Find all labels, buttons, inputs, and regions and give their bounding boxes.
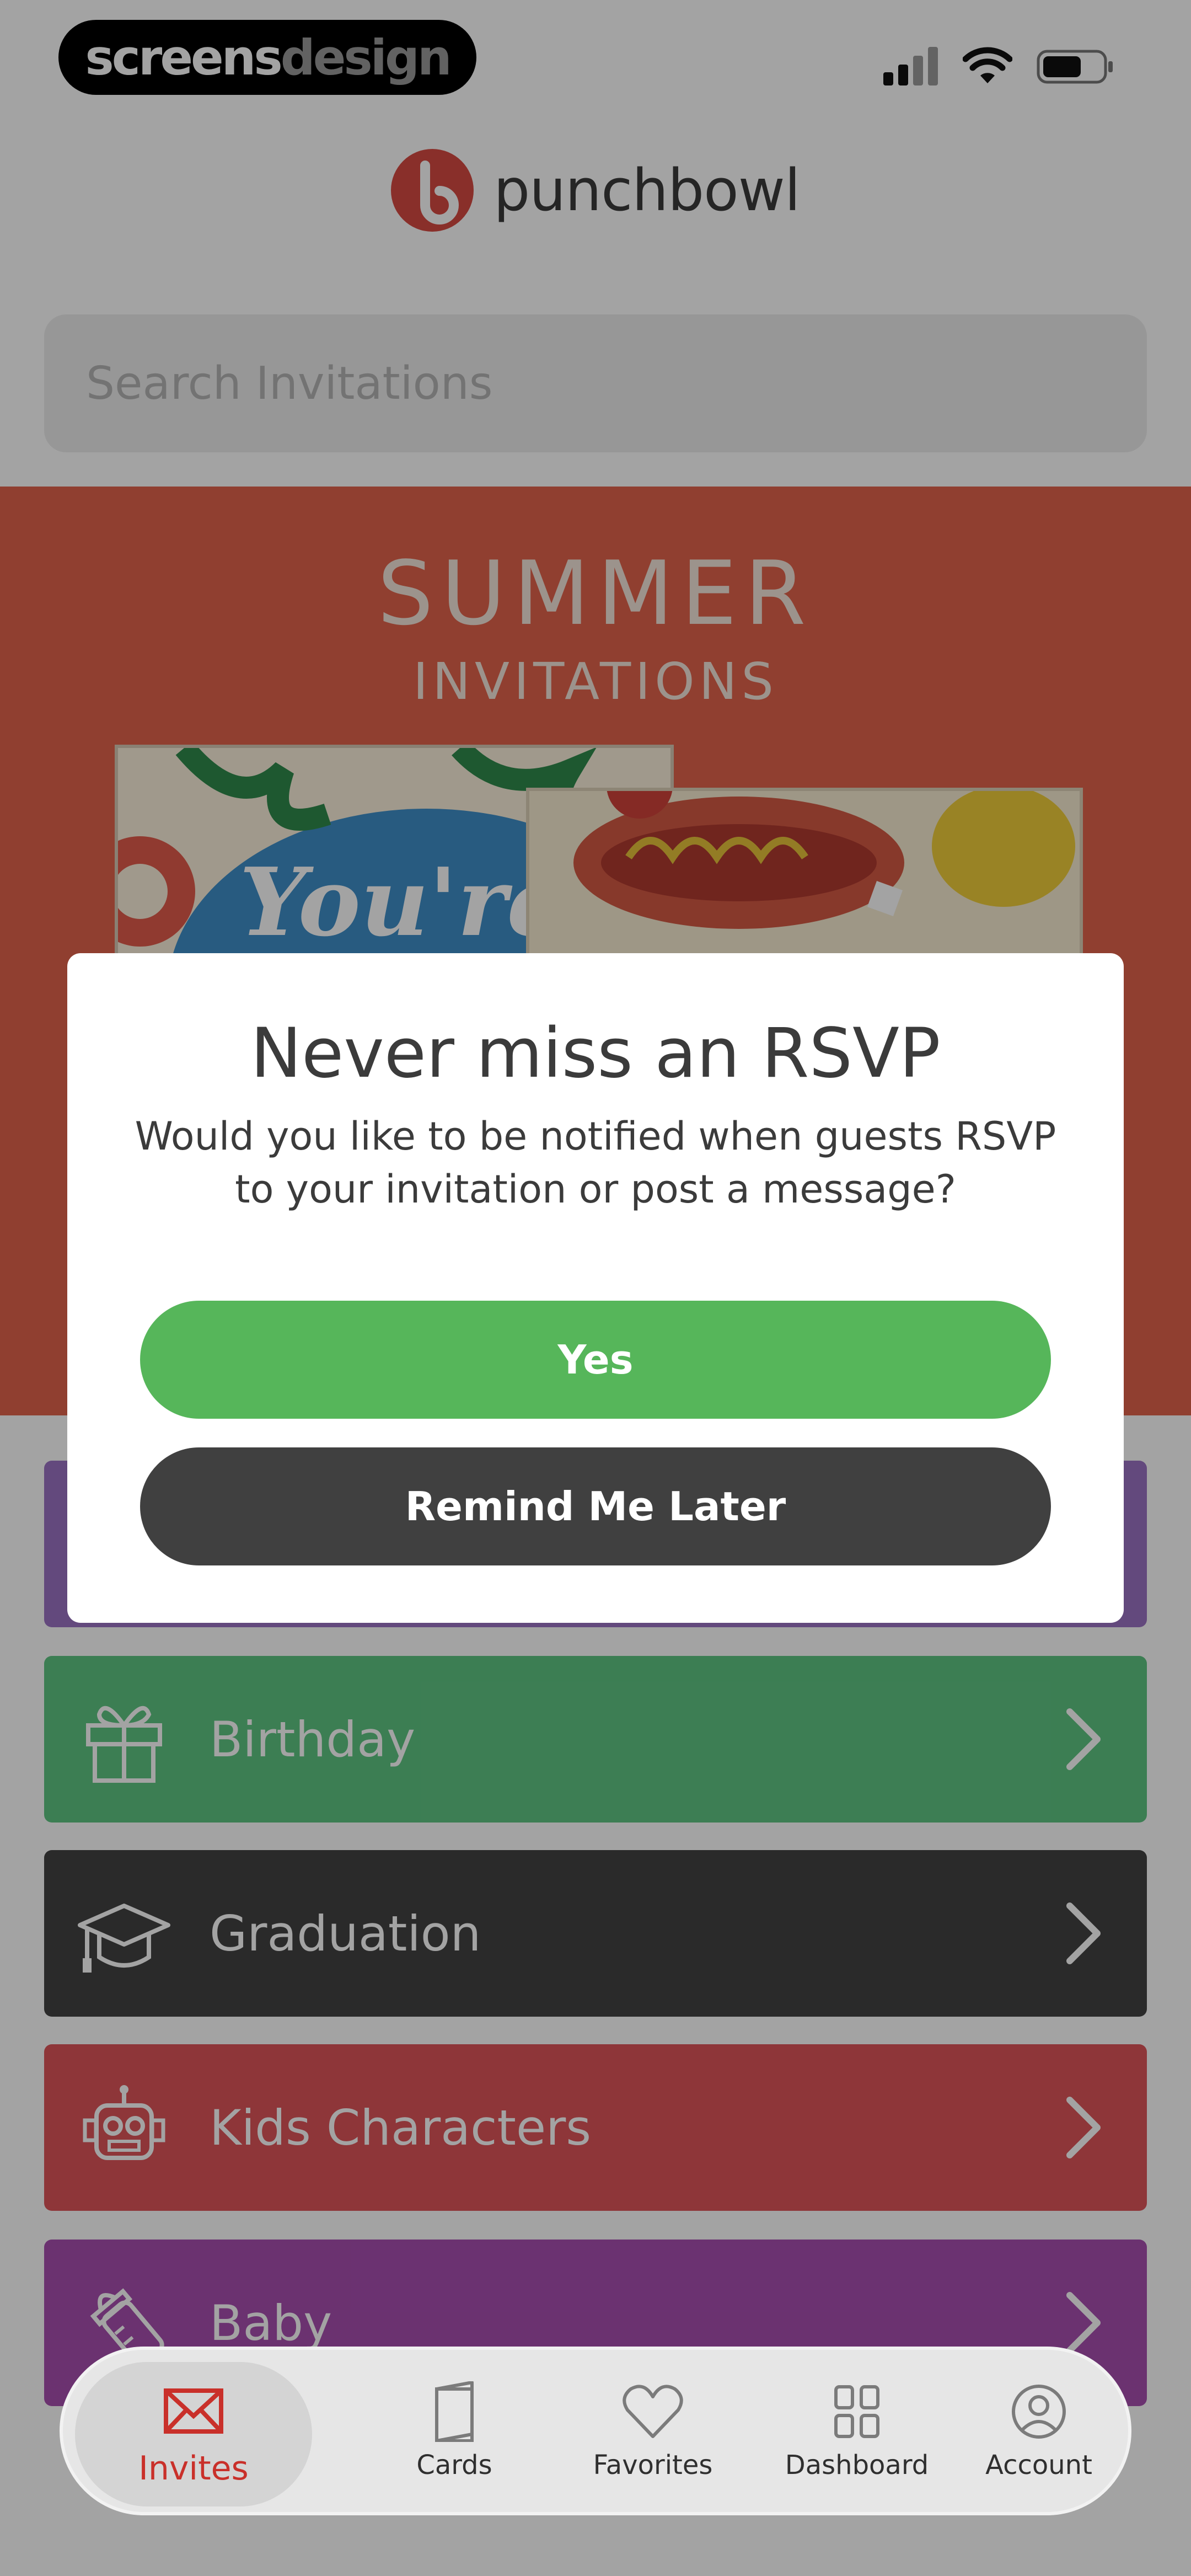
grid-icon — [834, 2385, 879, 2438]
tab-account[interactable]: Account — [956, 2350, 1122, 2512]
app-screen: screens design punchbowl Search Invitati… — [0, 0, 1191, 2576]
dialog-title: Never miss an RSVP — [250, 1014, 941, 1093]
tab-label: Dashboard — [785, 2450, 929, 2481]
tab-label: Account — [985, 2450, 1092, 2481]
account-icon — [1012, 2385, 1066, 2439]
tab-dashboard[interactable]: Dashboard — [758, 2350, 956, 2512]
dialog-message: Would you like to be notified when guest… — [135, 1114, 1056, 1212]
tab-cards[interactable]: Cards — [372, 2350, 537, 2512]
tab-invites[interactable]: Invites — [75, 2362, 312, 2506]
tab-favorites[interactable]: Favorites — [559, 2350, 747, 2512]
bottom-tab-bar: Invites Cards Favorites Dashboard Accoun… — [60, 2347, 1131, 2515]
yes-button[interactable]: Yes — [140, 1301, 1051, 1419]
tab-label: Cards — [416, 2450, 492, 2481]
remind-me-later-button[interactable]: Remind Me Later — [140, 1447, 1051, 1565]
envelope-icon — [164, 2388, 223, 2434]
heart-icon — [623, 2385, 683, 2438]
tab-label: Favorites — [593, 2450, 713, 2481]
rsvp-notification-dialog: Never miss an RSVP Would you like to be … — [67, 953, 1124, 1623]
tab-label: Invites — [138, 2449, 249, 2488]
card-icon — [435, 2381, 474, 2442]
